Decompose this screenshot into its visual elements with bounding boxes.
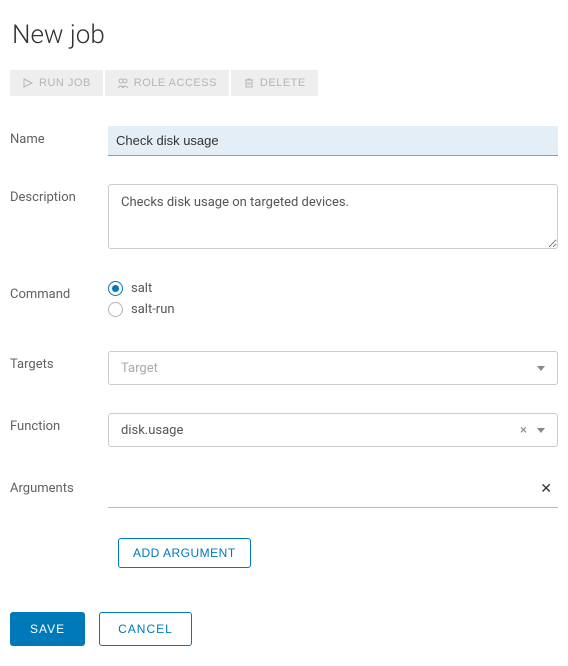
save-button[interactable]: SAVE <box>10 612 85 646</box>
radio-label-salt-run: salt-run <box>131 302 175 317</box>
radio-icon <box>108 281 123 296</box>
arguments-label: Arguments <box>10 475 108 496</box>
targets-select[interactable]: Target <box>108 351 558 385</box>
targets-placeholder: Target <box>121 361 158 376</box>
delete-label: DELETE <box>260 77 306 89</box>
function-select[interactable]: disk.usage × <box>108 413 558 447</box>
run-icon <box>22 77 34 89</box>
trash-icon <box>243 77 255 89</box>
targets-label: Targets <box>10 351 108 372</box>
close-icon[interactable]: ✕ <box>540 481 558 497</box>
description-label: Description <box>10 184 108 205</box>
function-label: Function <box>10 413 108 434</box>
chevron-down-icon <box>537 428 545 433</box>
function-value: disk.usage <box>121 423 183 438</box>
footer-actions: SAVE CANCEL <box>10 612 558 646</box>
argument-row: ✕ <box>108 475 558 508</box>
run-job-button[interactable]: RUN JOB <box>10 70 103 96</box>
name-input[interactable] <box>108 126 558 156</box>
name-label: Name <box>10 126 108 147</box>
radio-label-salt: salt <box>131 281 152 296</box>
chevron-down-icon <box>537 366 545 371</box>
radio-icon <box>108 302 123 317</box>
clear-icon[interactable]: × <box>520 423 527 438</box>
command-radio-salt[interactable]: salt <box>108 281 558 296</box>
delete-button[interactable]: DELETE <box>231 70 318 96</box>
users-icon <box>117 77 129 89</box>
add-argument-button[interactable]: ADD ARGUMENT <box>118 538 251 568</box>
toolbar: RUN JOB ROLE ACCESS DELETE <box>10 70 558 96</box>
run-job-label: RUN JOB <box>39 77 91 89</box>
page-title: New job <box>12 20 558 50</box>
command-label: Command <box>10 281 108 302</box>
role-access-label: ROLE ACCESS <box>134 77 217 89</box>
description-textarea[interactable]: Checks disk usage on targeted devices. <box>108 184 558 249</box>
command-radio-salt-run[interactable]: salt-run <box>108 302 558 317</box>
role-access-button[interactable]: ROLE ACCESS <box>105 70 229 96</box>
cancel-button[interactable]: CANCEL <box>99 612 192 646</box>
